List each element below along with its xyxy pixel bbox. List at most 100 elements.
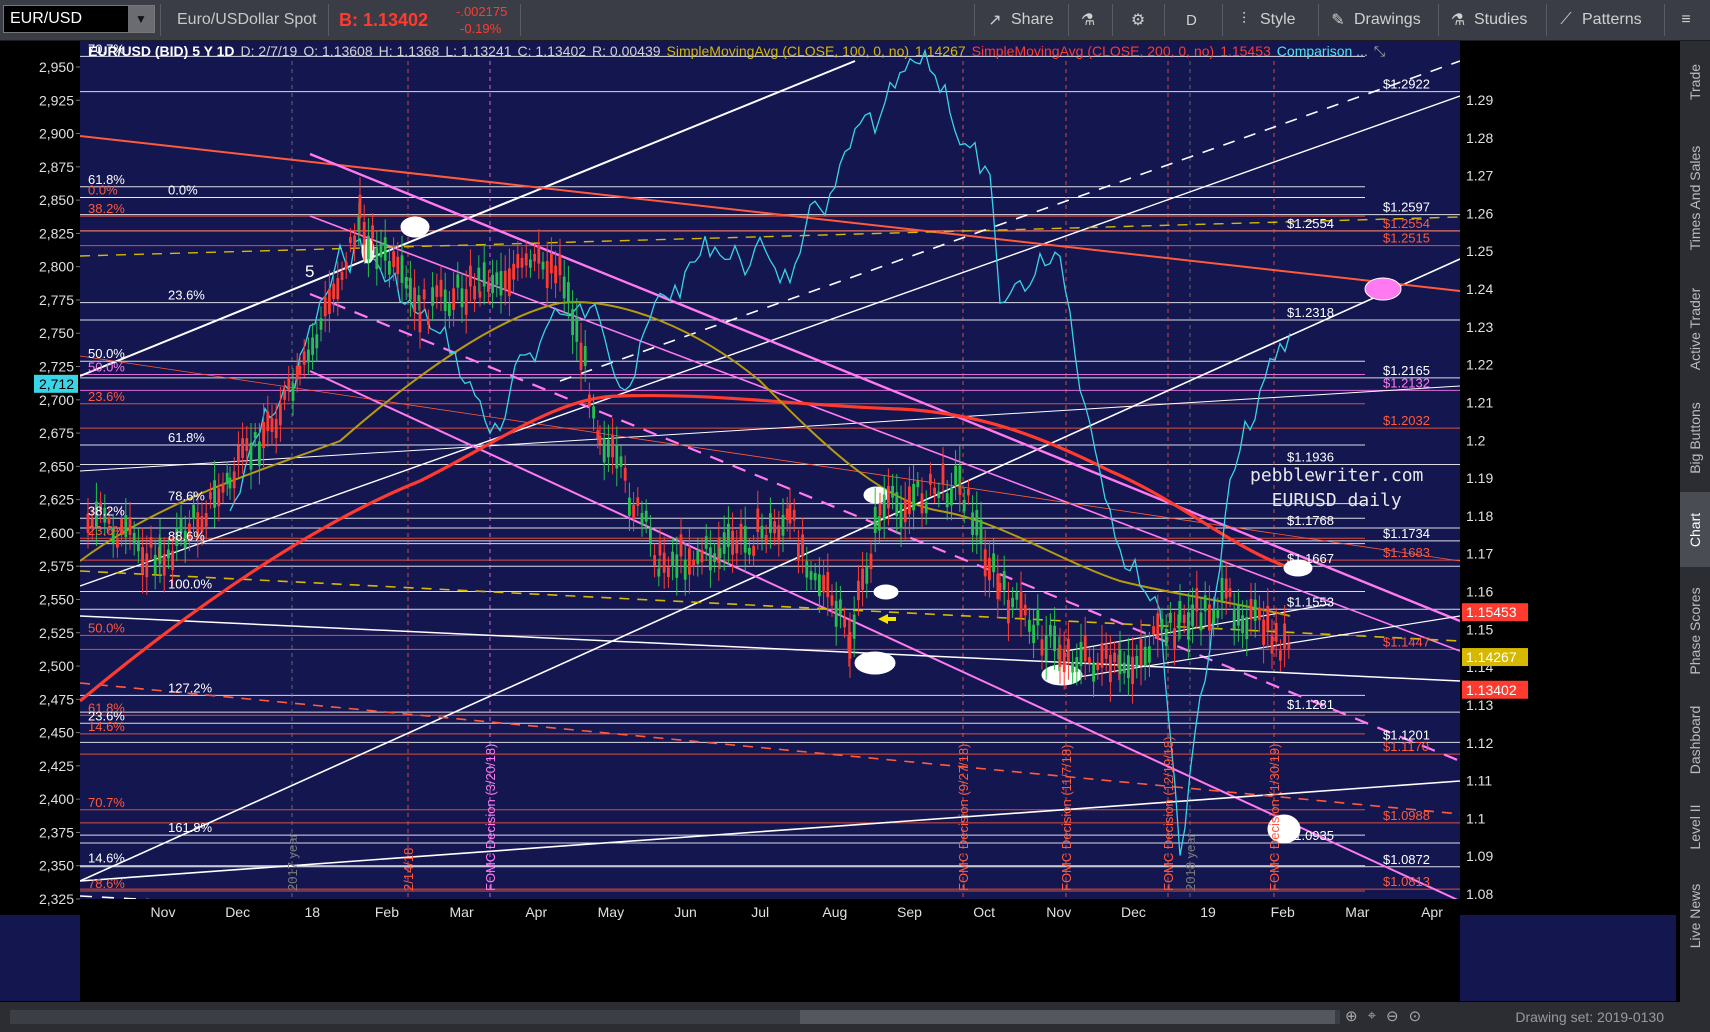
- zoom-out-icon[interactable]: ⊖: [1386, 1007, 1399, 1025]
- side-tab-live-news[interactable]: Live News: [1680, 868, 1710, 963]
- x-axis-tick: 18: [305, 904, 321, 920]
- candle-body: [311, 337, 314, 355]
- candle-body: [487, 281, 490, 293]
- candle-body: [283, 391, 286, 400]
- x-axis-tick: Mar: [1345, 904, 1369, 920]
- side-tab-label: Active Trader: [1687, 287, 1703, 371]
- right-axis-tick: 1.25: [1466, 243, 1493, 259]
- candle-body: [967, 489, 970, 496]
- legend-sma200[interactable]: SimpleMovingAvg (CLOSE, 200, 0, no): [972, 43, 1215, 63]
- candle-body: [249, 442, 253, 470]
- x-axis-tick: Apr: [1421, 904, 1443, 920]
- right-axis-tick: 1.28: [1466, 130, 1493, 146]
- side-tab-label: Chart: [1687, 512, 1703, 547]
- chevron-down-icon[interactable]: ▼: [128, 6, 154, 32]
- candle-body: [649, 528, 652, 544]
- fib-label-right: $1.0872: [1383, 852, 1430, 867]
- patterns-label: Patterns: [1582, 11, 1642, 28]
- candle-body: [727, 523, 730, 547]
- candle-body: [274, 418, 278, 439]
- candle-body: [704, 536, 708, 549]
- side-tab-level-ii[interactable]: Level II: [1680, 789, 1710, 864]
- side-tab-dashboard[interactable]: Dashboard: [1680, 695, 1710, 785]
- candle-body: [602, 438, 606, 463]
- period-label: D: [1186, 11, 1197, 29]
- style-label: Style: [1260, 11, 1296, 28]
- candle-body: [1245, 616, 1249, 640]
- candle-body: [409, 277, 412, 300]
- change-percent: -0.19%: [460, 21, 502, 36]
- style-button[interactable]: ⫶ Style: [1234, 4, 1296, 36]
- candle-body: [383, 237, 387, 261]
- candle-body: [375, 247, 379, 269]
- candle-body: [439, 279, 443, 297]
- candle-body: [1058, 644, 1062, 667]
- collapse-icon[interactable]: ⤡: [1374, 43, 1385, 63]
- candle-body: [773, 521, 776, 534]
- right-axis-tick: 1.22: [1466, 357, 1493, 373]
- settings-button[interactable]: ⚙: [1128, 4, 1148, 36]
- scroll-thumb[interactable]: [800, 1010, 1335, 1024]
- separator: [974, 4, 975, 36]
- pencil-icon: ✎: [1331, 12, 1345, 29]
- left-axis-tick: 2,550: [39, 591, 74, 607]
- legend-high: H: 1.1368: [378, 43, 440, 59]
- flask-button[interactable]: ⚗: [1078, 4, 1098, 36]
- symbol-input[interactable]: EUR/USD ▼: [3, 5, 155, 33]
- candle-body: [975, 510, 979, 536]
- side-tab-times-and-sales[interactable]: Times And Sales: [1680, 125, 1710, 270]
- zoom-fit-icon[interactable]: ⊙: [1409, 1007, 1422, 1025]
- legend-close: C: 1.13402: [517, 43, 587, 59]
- candle-body: [315, 334, 319, 349]
- fib-label-right: $1.1683: [1383, 545, 1430, 560]
- separator: [520, 4, 521, 36]
- candle-body: [353, 235, 356, 249]
- candle-body: [319, 318, 323, 330]
- side-tab-big-buttons[interactable]: Big Buttons: [1680, 388, 1710, 488]
- left-axis-tick: 2,425: [39, 758, 74, 774]
- candle-body: [929, 473, 932, 485]
- separator: [1068, 4, 1069, 36]
- fib-label-left: 127.2%: [168, 680, 213, 695]
- watermark-caption: EURUSD daily: [1271, 490, 1402, 511]
- side-tab-chart[interactable]: Chart: [1680, 492, 1710, 567]
- price-chart[interactable]: 70.7% 61.8% 0.0% 0.0% 38.2% 23.6% 50.0% 50.0% 23…: [0, 41, 1676, 1001]
- candle-body: [713, 553, 716, 563]
- side-tab-active-trader[interactable]: Active Trader: [1680, 274, 1710, 384]
- legend-comparison[interactable]: Comparison ...: [1277, 43, 1368, 63]
- candle-body: [340, 271, 344, 280]
- candle-body: [116, 539, 119, 548]
- right-axis-tick: 1.15: [1466, 621, 1493, 637]
- period-button[interactable]: D: [1186, 4, 1197, 36]
- legend-date: D: 2/7/19: [240, 43, 298, 59]
- candle-body: [891, 485, 894, 498]
- candle-body: [237, 445, 240, 463]
- right-axis-tick: 1.16: [1466, 584, 1493, 600]
- candle-body: [520, 257, 524, 268]
- menu-button[interactable]: ≡: [1676, 4, 1696, 36]
- candle-body: [495, 272, 499, 285]
- studies-button[interactable]: ⚗ Studies: [1448, 4, 1528, 36]
- zoom-in-icon[interactable]: ⊕: [1345, 1007, 1358, 1025]
- candle-body: [1169, 612, 1172, 623]
- fib-label-right: $1.1667: [1287, 551, 1334, 566]
- candle-body: [1075, 657, 1079, 672]
- side-tab-trade[interactable]: Trade: [1680, 43, 1710, 121]
- candle-body: [958, 488, 962, 495]
- candle-body: [962, 499, 966, 512]
- candle-body: [508, 268, 511, 297]
- candle-body: [748, 547, 751, 555]
- drawing-set-label: Drawing set: 2019-0130: [1515, 1009, 1664, 1025]
- fib-label-left: 88.6%: [168, 529, 205, 544]
- candle-body: [865, 566, 869, 584]
- candle-body: [413, 287, 416, 313]
- crosshair-icon[interactable]: ⌖: [1368, 1007, 1376, 1025]
- drawings-button[interactable]: ✎ Drawings: [1328, 4, 1420, 36]
- candle-body: [418, 311, 422, 333]
- left-axis-tick: 2,325: [39, 891, 74, 907]
- chart-area[interactable]: 70.7% 61.8% 0.0% 0.0% 38.2% 23.6% 50.0% 50.0% 23…: [0, 41, 1676, 1001]
- share-button[interactable]: ↗ Share: [985, 4, 1053, 36]
- legend-sma100[interactable]: SimpleMovingAvg (CLOSE, 100, 0, no): [667, 43, 910, 63]
- patterns-button[interactable]: ⟋ Patterns: [1556, 4, 1642, 36]
- side-tab-phase-scores[interactable]: Phase Scores: [1680, 571, 1710, 691]
